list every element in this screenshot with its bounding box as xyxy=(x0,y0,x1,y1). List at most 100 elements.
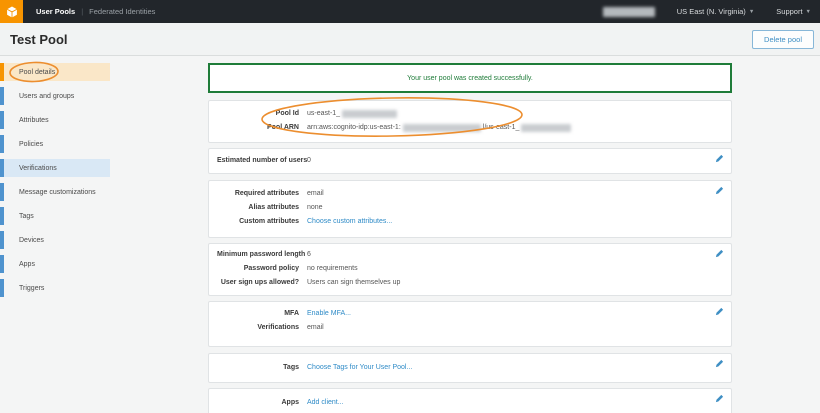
detail-row: MFA Enable MFA... xyxy=(217,307,723,321)
nav-tab-federated-identities[interactable]: Federated Identities xyxy=(89,7,155,16)
detail-row: User sign ups allowed? Users can sign th… xyxy=(217,276,723,290)
sidebar-item-label: Verifications xyxy=(0,165,57,172)
row-value: none xyxy=(307,201,323,215)
enable-mfa-link[interactable]: Enable MFA... xyxy=(307,307,351,321)
delete-pool-button[interactable]: Delete pool xyxy=(752,30,814,49)
page-header: Test Pool Delete pool xyxy=(0,23,820,56)
detail-row: Estimated number of users 0 xyxy=(217,154,723,168)
edit-pencil-icon[interactable] xyxy=(715,154,724,163)
row-label: Pool ARN xyxy=(217,121,299,135)
region-menu[interactable]: US East (N. Virginia) ▼ xyxy=(677,7,755,16)
sidebar-item-label: Pool details xyxy=(0,69,55,76)
cognito-cube-logo-icon[interactable] xyxy=(0,0,23,23)
sidebar-item-verifications[interactable]: Verifications xyxy=(0,159,110,177)
row-label: Custom attributes xyxy=(217,215,299,229)
detail-row: Custom attributes Choose custom attribut… xyxy=(217,215,723,229)
edit-pencil-icon[interactable] xyxy=(715,249,724,258)
top-navbar: User Pools | Federated Identities US Eas… xyxy=(0,0,820,23)
pool-arn-account-redacted xyxy=(403,124,481,132)
sidebar-item-label: Users and groups xyxy=(0,93,74,100)
page-title: Test Pool xyxy=(10,32,68,47)
sidebar-item-devices[interactable]: Devices xyxy=(0,231,110,249)
sidebar-item-policies[interactable]: Policies xyxy=(0,135,110,153)
sidebar-item-label: Apps xyxy=(0,261,35,268)
detail-row: Minimum password length 6 xyxy=(217,248,723,262)
choose-tags-link[interactable]: Choose Tags for Your User Pool... xyxy=(307,361,412,375)
sidebar-item-label: Triggers xyxy=(0,285,44,292)
row-label: Required attributes xyxy=(217,187,299,201)
detail-row: Apps Add client... xyxy=(217,396,723,410)
success-message: Your user pool was created successfully. xyxy=(407,75,533,82)
row-label: Apps xyxy=(217,396,299,410)
sidebar-item-users-and-groups[interactable]: Users and groups xyxy=(0,87,110,105)
chevron-down-icon: ▼ xyxy=(749,9,754,15)
row-value: 0 xyxy=(307,154,311,168)
sidebar-item-triggers[interactable]: Triggers xyxy=(0,279,110,297)
row-value: email xyxy=(307,321,324,335)
pool-arn-row: Pool ARN arn:aws:cognito-idp:us-east-1: … xyxy=(217,121,723,135)
indicator-bar xyxy=(0,135,4,153)
sidebar-item-attributes[interactable]: Attributes xyxy=(0,111,110,129)
choose-custom-attributes-link[interactable]: Choose custom attributes... xyxy=(307,215,392,229)
account-name-redacted[interactable] xyxy=(603,7,655,17)
pool-id-redacted xyxy=(342,110,397,118)
nav-divider: | xyxy=(81,7,83,16)
estimated-users-card: Estimated number of users 0 xyxy=(208,148,732,174)
row-value: us-east-1_ xyxy=(307,107,399,121)
success-banner: Your user pool was created successfully. xyxy=(208,63,732,93)
detail-row: Password policy no requirements xyxy=(217,262,723,276)
sidebar: Pool details Users and groups Attributes… xyxy=(0,56,110,303)
sidebar-item-pool-details[interactable]: Pool details xyxy=(0,63,110,81)
sidebar-item-apps[interactable]: Apps xyxy=(0,255,110,273)
row-label: MFA xyxy=(217,307,299,321)
indicator-bar xyxy=(0,111,4,129)
row-label: User sign ups allowed? xyxy=(217,276,299,290)
add-client-link[interactable]: Add client... xyxy=(307,396,344,410)
row-value: email xyxy=(307,187,324,201)
nav-right-menus: US East (N. Virginia) ▼ Support ▼ xyxy=(603,7,820,17)
sidebar-item-message-customizations[interactable]: Message customizations xyxy=(0,183,110,201)
password-policy-card: Minimum password length 6 Password polic… xyxy=(208,243,732,296)
support-menu[interactable]: Support ▼ xyxy=(776,7,811,16)
pool-id-prefix: us-east-1_ xyxy=(307,107,340,121)
row-label: Alias attributes xyxy=(217,201,299,215)
active-indicator-bar xyxy=(0,63,4,81)
detail-row: Tags Choose Tags for Your User Pool... xyxy=(217,361,723,375)
detail-row: Alias attributes none xyxy=(217,201,723,215)
indicator-bar xyxy=(0,279,4,297)
nav-tab-user-pools[interactable]: User Pools xyxy=(36,7,75,16)
pool-arn-suffix-redacted xyxy=(521,124,571,132)
indicator-bar xyxy=(0,255,4,273)
chevron-down-icon: ▼ xyxy=(806,9,811,15)
sidebar-item-label: Message customizations xyxy=(0,189,96,196)
detail-row: Required attributes email xyxy=(217,187,723,201)
sidebar-item-label: Policies xyxy=(0,141,43,148)
indicator-bar xyxy=(0,183,4,201)
support-label: Support xyxy=(776,7,802,16)
row-label: Estimated number of users xyxy=(217,154,299,168)
edit-pencil-icon[interactable] xyxy=(715,359,724,368)
sidebar-item-tags[interactable]: Tags xyxy=(0,207,110,225)
sidebar-item-label: Attributes xyxy=(0,117,49,124)
region-label: US East (N. Virginia) xyxy=(677,7,746,16)
row-label: Pool Id xyxy=(217,107,299,121)
pool-arn-prefix: arn:aws:cognito-idp:us-east-1: xyxy=(307,121,401,135)
row-value: Users can sign themselves up xyxy=(307,276,400,290)
row-label: Tags xyxy=(217,361,299,375)
pool-id-row: Pool Id us-east-1_ xyxy=(217,107,723,121)
main-content: Your user pool was created successfully.… xyxy=(208,56,732,413)
row-value: arn:aws:cognito-idp:us-east-1: l/us-east… xyxy=(307,121,573,135)
edit-pencil-icon[interactable] xyxy=(715,394,724,403)
pool-arn-mid: l/us-east-1_ xyxy=(483,121,520,135)
indicator-bar xyxy=(0,231,4,249)
edit-pencil-icon[interactable] xyxy=(715,186,724,195)
indicator-bar xyxy=(0,207,4,225)
edit-pencil-icon[interactable] xyxy=(715,307,724,316)
indicator-bar xyxy=(0,87,4,105)
tags-card: Tags Choose Tags for Your User Pool... xyxy=(208,353,732,383)
row-value: no requirements xyxy=(307,262,358,276)
pool-details-card: Pool Id us-east-1_ Pool ARN arn:aws:cogn… xyxy=(208,100,732,143)
nav-service-tabs: User Pools | Federated Identities xyxy=(36,7,155,16)
attributes-card: Required attributes email Alias attribut… xyxy=(208,180,732,238)
cube-icon xyxy=(5,5,19,19)
